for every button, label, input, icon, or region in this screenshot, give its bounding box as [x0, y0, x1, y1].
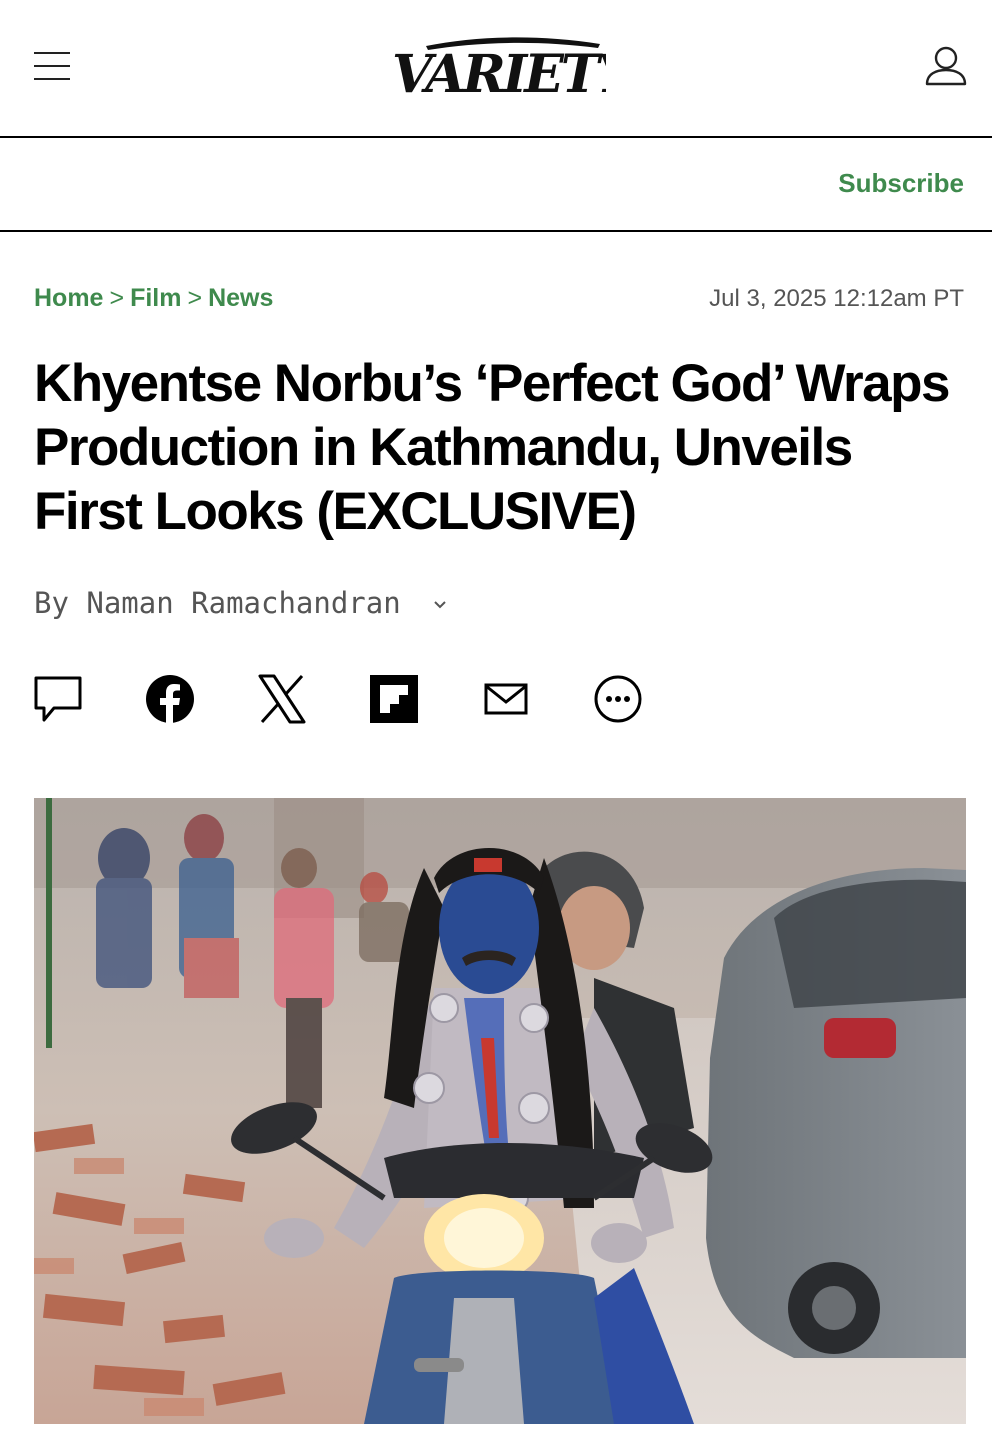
subscribe-bar: Subscribe — [0, 138, 992, 232]
user-account-icon[interactable] — [924, 44, 968, 88]
hero-image — [34, 798, 966, 1424]
author-name[interactable]: Naman Ramachandran — [86, 586, 400, 620]
breadcrumb-separator: > — [109, 284, 125, 312]
breadcrumb-separator: > — [187, 284, 203, 312]
variety-logo[interactable]: VARIETY — [386, 28, 606, 108]
comment-icon[interactable] — [32, 672, 84, 726]
email-icon[interactable] — [480, 672, 532, 726]
hamburger-menu-icon[interactable] — [34, 50, 72, 82]
top-nav-bar: VARIETY — [0, 0, 992, 138]
byline-prefix: By — [34, 586, 69, 620]
chevron-down-icon[interactable] — [432, 599, 448, 611]
flipboard-icon[interactable] — [368, 672, 420, 726]
publish-date: Jul 3, 2025 12:12am PT — [709, 285, 964, 312]
breadcrumb-home[interactable]: Home — [34, 284, 103, 312]
more-icon[interactable] — [592, 672, 644, 726]
x-icon[interactable] — [256, 672, 308, 726]
breadcrumb-film[interactable]: Film — [130, 284, 181, 312]
subscribe-link[interactable]: Subscribe — [838, 168, 964, 199]
article-headline: Khyentse Norbu’s ‘Perfect God’ Wraps Pro… — [34, 354, 950, 541]
byline: By Naman Ramachandran — [34, 586, 448, 620]
svg-text:VARIETY: VARIETY — [392, 44, 606, 105]
facebook-icon[interactable] — [144, 672, 196, 726]
breadcrumb-news[interactable]: News — [208, 284, 273, 312]
breadcrumb: Home > Film > News — [34, 284, 273, 313]
